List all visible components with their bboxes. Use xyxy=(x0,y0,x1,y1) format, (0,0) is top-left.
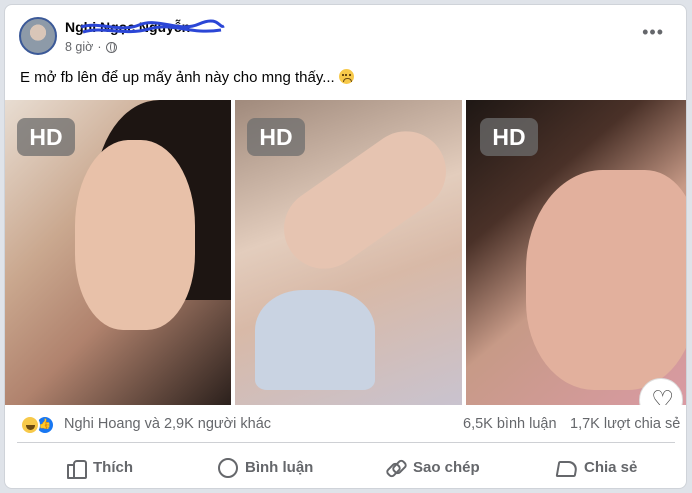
post-time[interactable]: 8 giờ xyxy=(65,40,93,54)
haha-icon xyxy=(20,415,40,435)
comment-icon xyxy=(217,457,238,478)
photo-2-top xyxy=(254,290,375,390)
author-avatar[interactable] xyxy=(19,17,57,55)
post-stats: 👍 Nghi Hoang và 2,9K người khác 6,5K bìn… xyxy=(5,413,686,437)
post-meta: 8 giờ · xyxy=(65,40,117,54)
comments-count[interactable]: 6,5K bình luận xyxy=(463,416,557,432)
link-icon xyxy=(385,457,405,477)
sad-face-emoji-icon xyxy=(338,69,354,84)
like-button[interactable]: Thích xyxy=(65,449,133,485)
photo-3[interactable]: HD xyxy=(465,100,686,405)
photo-1-face xyxy=(75,140,195,330)
hd-badge: HD xyxy=(479,118,538,156)
caption-text: E mở fb lên để up mấy ảnh này cho mng th… xyxy=(20,69,335,86)
hd-badge: HD xyxy=(17,118,75,156)
action-bar: Thích Bình luận Sao chép Chia sẻ xyxy=(5,449,686,485)
comment-button[interactable]: Bình luận xyxy=(217,449,313,485)
copy-label: Sao chép xyxy=(413,458,480,476)
divider xyxy=(17,442,675,443)
photo-grid: HD HD HD xyxy=(5,100,686,405)
photo-2[interactable]: HD xyxy=(234,100,462,405)
reaction-icons[interactable]: 👍 xyxy=(20,415,55,435)
globe-icon xyxy=(105,41,117,53)
hd-badge: HD xyxy=(246,118,305,156)
comment-label: Bình luận xyxy=(245,458,314,476)
thumbs-up-icon xyxy=(65,457,87,479)
post-header: Nghi Ngọc Nguyễn 8 giờ · ••• xyxy=(5,5,686,65)
like-label: Thích xyxy=(93,458,133,476)
post-caption: E mở fb lên để up mấy ảnh này cho mng th… xyxy=(20,69,354,86)
photo-3-face xyxy=(525,170,686,390)
copy-link-button[interactable]: Sao chép xyxy=(385,449,480,485)
reactions-summary[interactable]: Nghi Hoang và 2,9K người khác xyxy=(64,416,271,432)
shares-count[interactable]: 1,7K lượt chia sẻ xyxy=(570,416,680,432)
share-icon xyxy=(556,457,576,477)
share-button[interactable]: Chia sẻ xyxy=(556,449,637,485)
photo-1[interactable]: HD xyxy=(5,100,231,405)
name-redaction-scribble xyxy=(80,19,225,34)
more-options-icon[interactable]: ••• xyxy=(642,23,664,41)
share-label: Chia sẻ xyxy=(584,458,638,476)
post-card: Nghi Ngọc Nguyễn 8 giờ · ••• E mở fb lên… xyxy=(4,4,687,489)
